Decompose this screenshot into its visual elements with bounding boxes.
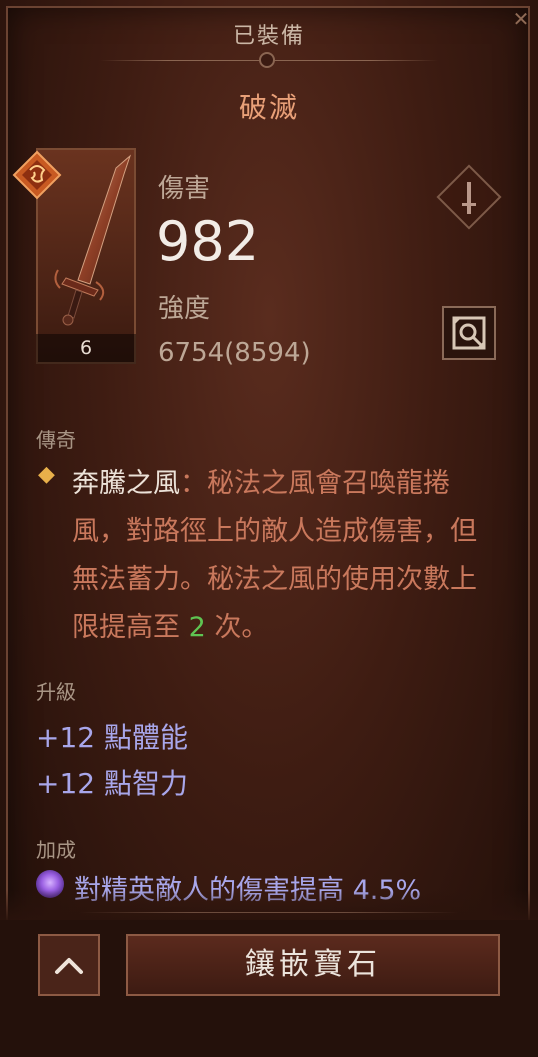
bonus-heading: 加成 bbox=[36, 838, 76, 862]
bottom-divider bbox=[80, 912, 458, 913]
item-name: 破滅 bbox=[238, 91, 299, 124]
damage-label: 傷害 bbox=[158, 174, 211, 204]
aspect-highlight-value: 2 bbox=[188, 612, 206, 643]
header-ornament bbox=[259, 52, 275, 68]
aspect-name: 奔騰之風 bbox=[72, 468, 180, 499]
legendary-heading: 傳奇 bbox=[36, 428, 76, 452]
upgrade-line: +12 點智力 bbox=[36, 767, 188, 800]
sword-slot-icon bbox=[456, 178, 482, 218]
compare-icon bbox=[452, 316, 486, 350]
chevron-up-icon bbox=[55, 958, 83, 974]
legendary-star-icon: ◆ bbox=[38, 462, 55, 487]
legendary-aspect-text: 奔騰之風：秘法之風會召喚龍捲風，對路徑上的敵人造成傷害，但無法蓄力。秘法之風的使… bbox=[72, 460, 502, 652]
item-power-label: 強度 bbox=[158, 294, 211, 324]
upgrade-line: +12 點體能 bbox=[36, 721, 188, 754]
item-quantity: 6 bbox=[36, 334, 136, 364]
collapse-button[interactable] bbox=[38, 934, 100, 996]
upgrade-heading: 升級 bbox=[36, 680, 76, 704]
aspect-separator: ： bbox=[180, 468, 207, 499]
legendary-badge-icon bbox=[12, 150, 62, 200]
damage-value: 982 bbox=[156, 210, 260, 273]
aspect-description-end: 次。 bbox=[205, 612, 269, 643]
socket-gem-button[interactable]: 鑲嵌寶石 bbox=[126, 934, 500, 996]
compare-button[interactable] bbox=[442, 306, 496, 360]
item-tooltip-panel: ✕ 已裝備 破滅 6 傷害 982 強度 6754(8594) 傳奇 ◆ 奔騰之… bbox=[0, 0, 538, 1057]
item-power-value: 6754(8594) bbox=[158, 338, 311, 368]
equipped-label: 已裝備 bbox=[232, 24, 305, 49]
